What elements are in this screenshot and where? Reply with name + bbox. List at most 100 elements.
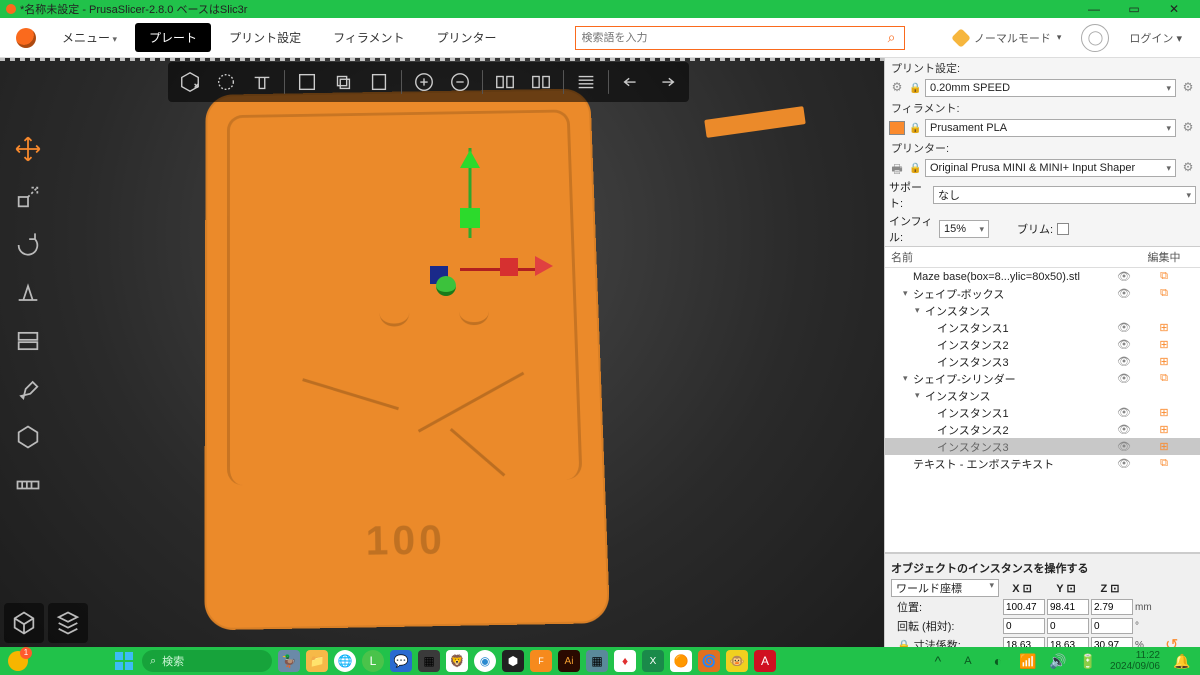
tray-chevron-up-icon[interactable]: ^ — [926, 649, 950, 673]
gear-icon[interactable]: ⚙ — [1180, 160, 1196, 176]
tree-row[interactable]: インスタンス3👁⊞ — [885, 353, 1200, 370]
search-box[interactable]: ⌕ — [575, 26, 905, 50]
gear-icon[interactable]: ⚙ — [1180, 120, 1196, 136]
taskbar-chrome[interactable]: 🌐 — [334, 650, 356, 672]
tree-row[interactable]: Maze base(box=8...ylic=80x50).stl👁⧉ — [885, 268, 1200, 285]
taskbar-app[interactable]: 🦆 — [278, 650, 300, 672]
paste-button[interactable] — [363, 66, 395, 98]
search-input[interactable] — [576, 32, 880, 44]
support-paint-tool[interactable] — [7, 416, 49, 458]
tree-row[interactable]: ▾インスタンス — [885, 302, 1200, 319]
brim-checkbox[interactable] — [1057, 223, 1069, 235]
undo-button[interactable] — [615, 66, 647, 98]
zoom-in-button[interactable] — [408, 66, 440, 98]
account-icon[interactable]: ◯ — [1081, 24, 1109, 52]
scale-tool[interactable] — [7, 176, 49, 218]
tab-plater[interactable]: プレート — [135, 23, 211, 52]
taskbar-prusaslicer[interactable]: 🟠 — [670, 650, 692, 672]
tab-printer[interactable]: プリンター — [422, 23, 510, 52]
z-input[interactable] — [1091, 599, 1133, 615]
taskbar-app[interactable]: 💬 — [390, 650, 412, 672]
tree-row[interactable]: テキスト - エンボステキスト👁⧉ — [885, 455, 1200, 472]
search-icon[interactable]: ⌕ — [880, 29, 904, 46]
tree-row[interactable]: インスタンス3👁⊞ — [885, 438, 1200, 455]
tray-volume-icon[interactable]: 🔊 — [1046, 649, 1070, 673]
taskbar-acrobat[interactable]: A — [754, 650, 776, 672]
filament-color-swatch[interactable] — [889, 121, 905, 135]
tray-battery-icon[interactable]: 🔋 — [1076, 649, 1100, 673]
start-button[interactable]: 1 — [6, 649, 30, 673]
taskbar-fusion[interactable]: F — [530, 650, 552, 672]
taskbar-search[interactable]: ⌕検索 — [142, 650, 272, 672]
layer-view-button[interactable] — [48, 603, 88, 643]
z-input[interactable] — [1091, 618, 1133, 634]
windows-button[interactable] — [112, 649, 136, 673]
3d-viewport[interactable]: 100 — [0, 58, 884, 647]
variable-layer-button[interactable] — [570, 66, 602, 98]
cut-tool[interactable] — [7, 320, 49, 362]
taskbar-blender[interactable]: 🌀 — [698, 650, 720, 672]
tree-row[interactable]: インスタンス2👁⊞ — [885, 336, 1200, 353]
rotate-tool[interactable] — [7, 224, 49, 266]
place-on-face-tool[interactable] — [7, 272, 49, 314]
add-part-button[interactable] — [210, 66, 242, 98]
maximize-button[interactable]: ▭ — [1114, 2, 1154, 16]
taskbar-excel[interactable]: X — [642, 650, 664, 672]
tab-print-settings[interactable]: プリント設定 — [215, 23, 315, 52]
support-select[interactable]: なし — [933, 186, 1196, 204]
taskbar-app[interactable]: 🐵 — [726, 650, 748, 672]
taskbar-clock[interactable]: 11:222024/09/06 — [1110, 650, 1160, 672]
printer-icon[interactable]: 🖶 — [889, 160, 905, 176]
print-preset-select[interactable]: 0.20mm SPEED — [925, 79, 1176, 97]
taskbar-brave[interactable]: 🦁 — [446, 650, 468, 672]
taskbar-app[interactable]: ▦ — [418, 650, 440, 672]
tree-row[interactable]: ▾シェイプ-シリンダー👁⧉ — [885, 370, 1200, 387]
filament-preset-select[interactable]: Prusament PLA — [925, 119, 1176, 137]
tree-row[interactable]: ▾インスタンス — [885, 387, 1200, 404]
infill-select[interactable]: 15% — [939, 220, 989, 238]
redo-button[interactable] — [651, 66, 683, 98]
copy-button[interactable] — [327, 66, 359, 98]
close-button[interactable]: ✕ — [1154, 2, 1194, 16]
minimize-button[interactable]: — — [1074, 2, 1114, 16]
coord-system-select[interactable]: ワールド座標 — [891, 579, 999, 597]
x-input[interactable] — [1003, 618, 1045, 634]
mode-selector[interactable]: ノーマルモード ▾ — [954, 30, 1062, 46]
gear-icon[interactable]: ⚙ — [1180, 80, 1196, 96]
taskbar-illustrator[interactable]: Ai — [558, 650, 580, 672]
tree-row[interactable]: ▾シェイプ-ボックス👁⧉ — [885, 285, 1200, 302]
split-part-button[interactable] — [525, 66, 557, 98]
tree-row[interactable]: インスタンス1👁⊞ — [885, 404, 1200, 421]
zoom-out-button[interactable] — [444, 66, 476, 98]
delete-button[interactable] — [246, 66, 278, 98]
taskbar-app[interactable]: ♦ — [614, 650, 636, 672]
taskbar-app[interactable]: ⬢ — [502, 650, 524, 672]
menu-main[interactable]: メニュー — [48, 23, 131, 52]
split-object-button[interactable] — [489, 66, 521, 98]
move-gizmo[interactable] — [400, 148, 540, 318]
add-button[interactable] — [174, 66, 206, 98]
taskbar-explorer[interactable]: 📁 — [306, 650, 328, 672]
z-input[interactable] — [1091, 637, 1133, 647]
tray-ime[interactable]: ◐ — [986, 649, 1010, 673]
login-link[interactable]: ログイン ▾ — [1129, 30, 1182, 46]
model-cylinder-instance[interactable] — [704, 106, 806, 138]
gear-icon[interactable]: ⚙ — [889, 80, 905, 96]
tab-filament[interactable]: フィラメント — [319, 23, 418, 52]
move-tool[interactable] — [7, 128, 49, 170]
measure-tool[interactable] — [7, 464, 49, 506]
tray-notifications-icon[interactable]: 🔔 — [1170, 649, 1194, 673]
tray-language[interactable]: A — [956, 649, 980, 673]
taskbar-app[interactable]: ◉ — [474, 650, 496, 672]
x-input[interactable] — [1003, 599, 1045, 615]
y-input[interactable] — [1047, 618, 1089, 634]
arrange-button[interactable] — [291, 66, 323, 98]
reset-icon[interactable]: ↺ — [1165, 635, 1178, 647]
taskbar-line[interactable]: L — [362, 650, 384, 672]
y-input[interactable] — [1047, 599, 1089, 615]
tree-row[interactable]: インスタンス2👁⊞ — [885, 421, 1200, 438]
3d-view-button[interactable] — [4, 603, 44, 643]
printer-preset-select[interactable]: Original Prusa MINI & MINI+ Input Shaper — [925, 159, 1176, 177]
y-input[interactable] — [1047, 637, 1089, 647]
x-input[interactable] — [1003, 637, 1045, 647]
